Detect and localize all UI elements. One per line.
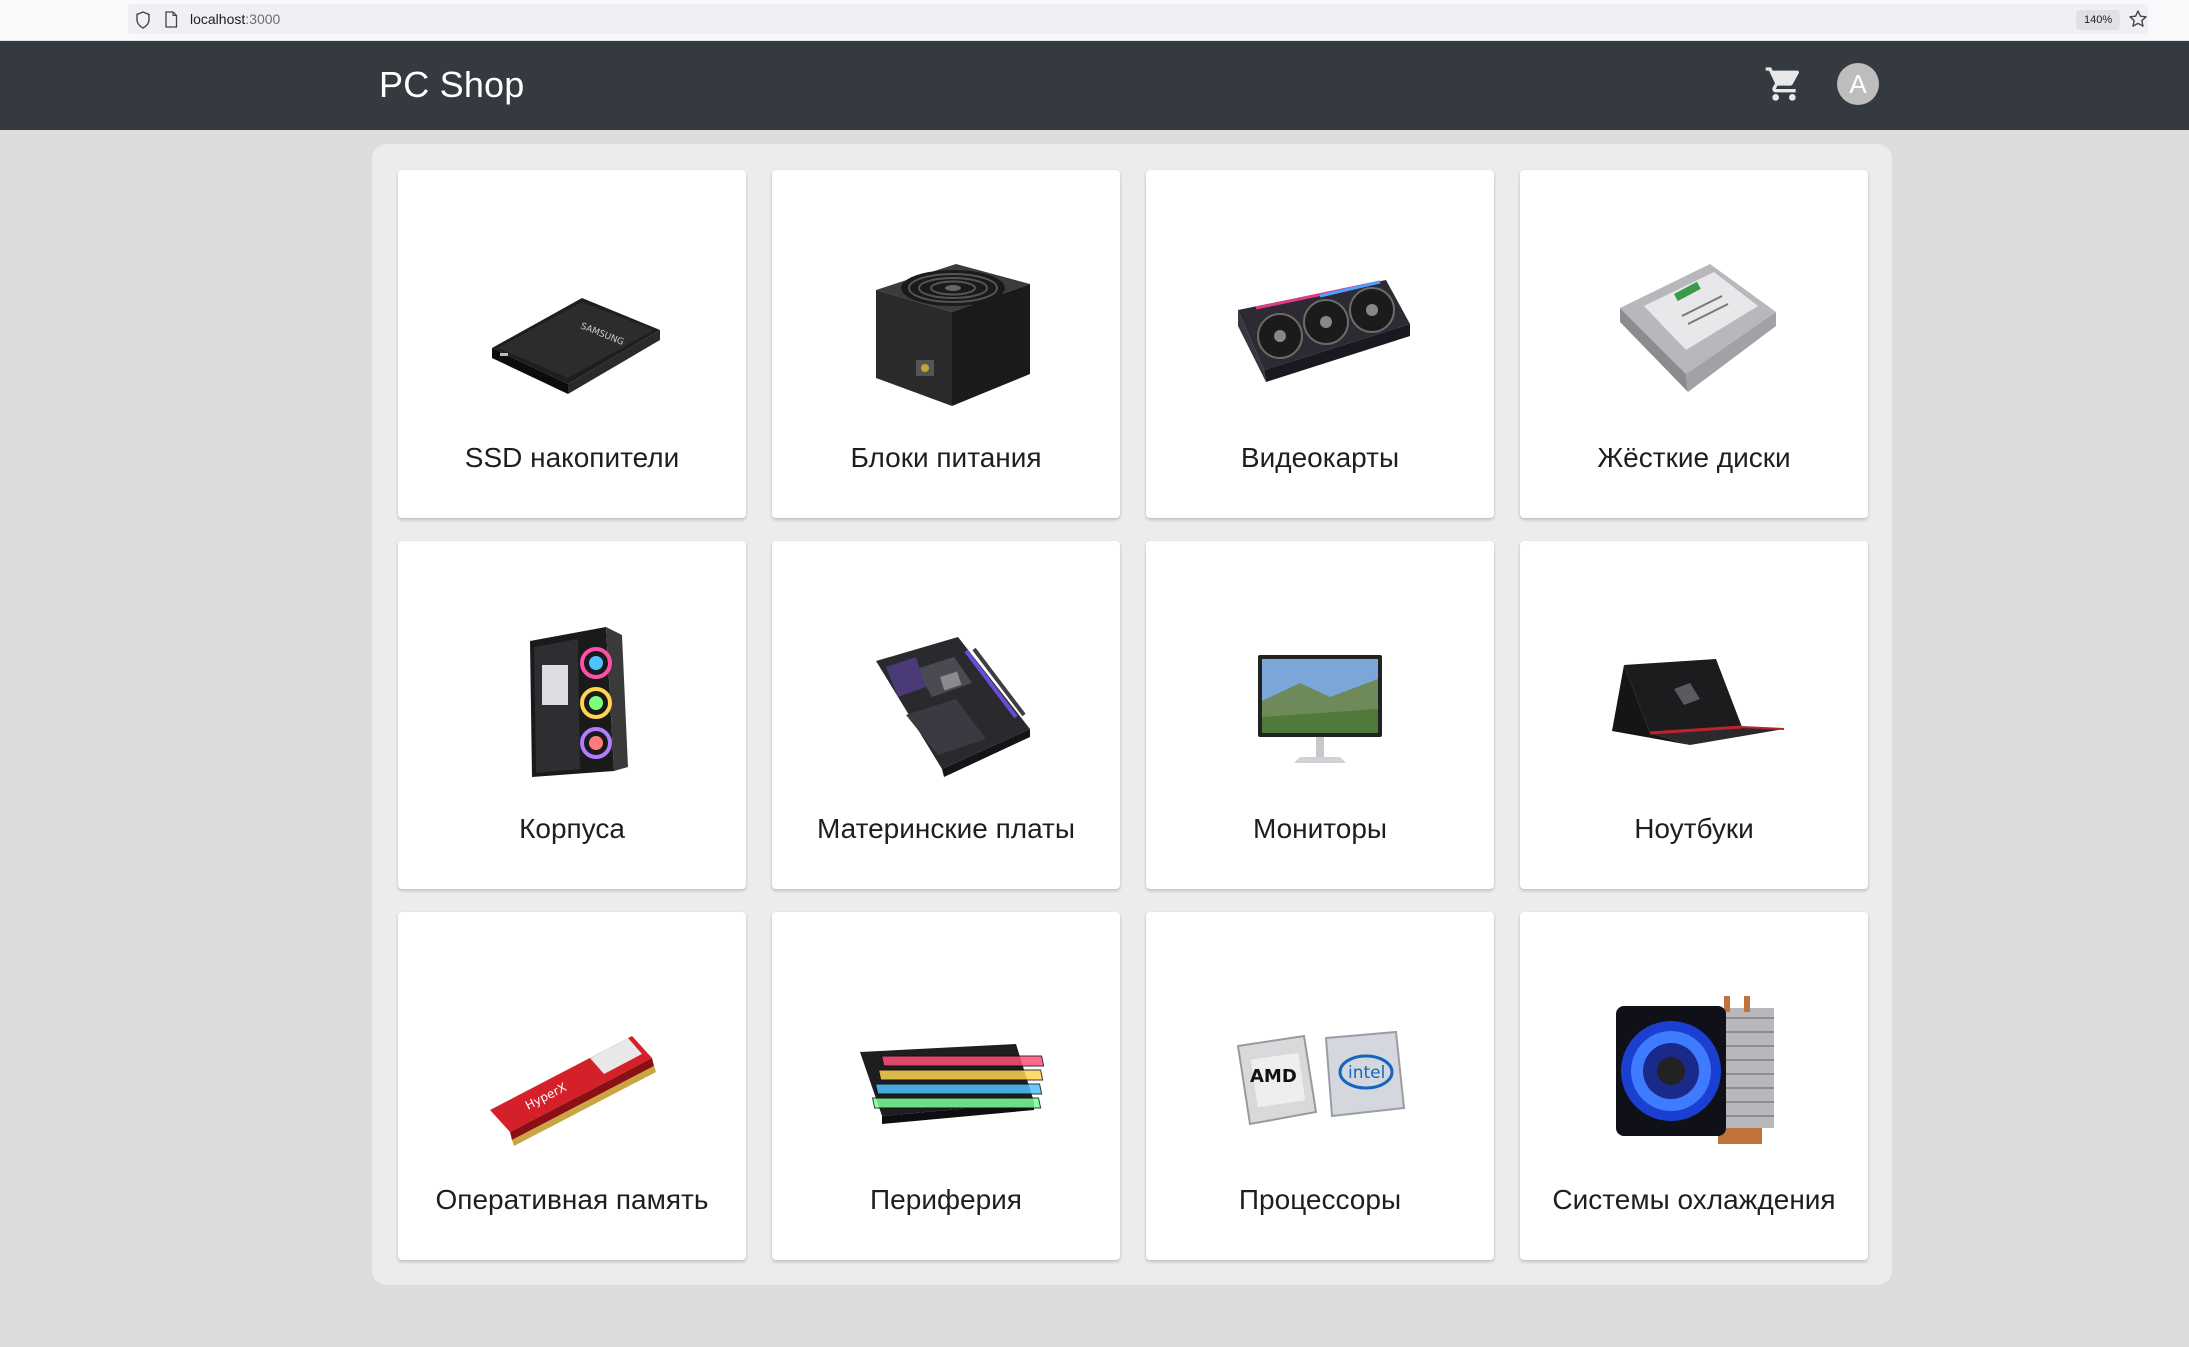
category-card-laptop[interactable]: Ноутбуки	[1520, 541, 1868, 889]
category-card-monitor[interactable]: Мониторы	[1146, 541, 1494, 889]
zoom-level-badge[interactable]: 140%	[2076, 10, 2121, 30]
svg-text:intel: intel	[1348, 1063, 1385, 1083]
category-card-ram[interactable]: HyperX Оперативная память	[398, 912, 746, 1260]
browser-toolbar: localhost:3000 140%	[0, 0, 2189, 41]
app-title[interactable]: PC Shop	[379, 64, 525, 106]
category-label: Видеокарты	[1240, 442, 1400, 473]
category-card-peripherals[interactable]: Периферия	[772, 912, 1120, 1260]
svg-text:AMD: AMD	[1250, 1066, 1297, 1087]
category-label: Ноутбуки	[1634, 813, 1754, 844]
category-label: Мониторы	[1252, 813, 1388, 844]
laptop-icon	[1612, 659, 1785, 745]
category-card-pc-case[interactable]: Корпуса	[398, 541, 746, 889]
category-label: Материнские платы	[816, 813, 1075, 844]
pc-case-icon	[530, 627, 628, 777]
cooler-icon	[1616, 996, 1774, 1144]
category-card-motherboard[interactable]: Материнские платы	[772, 541, 1120, 889]
category-card-cooler[interactable]: Системы охлаждения	[1520, 912, 1868, 1260]
url-host: localhost	[190, 11, 246, 27]
category-label: Оперативная память	[435, 1184, 709, 1215]
url-port: :3000	[245, 11, 281, 27]
category-label: Периферия	[870, 1184, 1022, 1215]
category-label: SSD накопители	[464, 442, 680, 473]
category-card-power-supply[interactable]: Блоки питания	[772, 170, 1120, 518]
url-text[interactable]: localhost:3000	[190, 11, 280, 27]
category-grid: SAMSUNG SSD накопители Блоки питания Вид…	[398, 170, 1868, 1260]
ram-icon: HyperX	[490, 1036, 656, 1146]
category-card-cpu[interactable]: AMD intel Процессоры	[1146, 912, 1494, 1260]
monitor-icon	[1258, 655, 1382, 763]
category-label: Жёсткие диски	[1597, 442, 1791, 473]
keyboard-icon	[860, 1044, 1045, 1124]
cart-icon[interactable]	[1764, 64, 1804, 104]
graphics-card-icon	[1238, 280, 1410, 382]
user-avatar[interactable]: A	[1837, 63, 1879, 105]
hard-drive-icon	[1620, 264, 1776, 392]
power-supply-icon	[876, 264, 1030, 406]
page-icon	[165, 11, 178, 28]
category-panel: SAMSUNG SSD накопители Блоки питания Вид…	[372, 144, 1892, 1285]
category-label: Корпуса	[519, 813, 625, 844]
motherboard-icon	[876, 637, 1030, 777]
category-card-hard-drive[interactable]: Жёсткие диски	[1520, 170, 1868, 518]
category-label: Процессоры	[1238, 1184, 1402, 1215]
category-label: Системы охлаждения	[1552, 1184, 1836, 1215]
ssd-icon: SAMSUNG	[492, 298, 660, 394]
cpu-icon: AMD intel	[1236, 1030, 1406, 1126]
shield-icon[interactable]	[135, 11, 151, 29]
category-label: Блоки питания	[850, 442, 1042, 473]
category-card-ssd[interactable]: SAMSUNG SSD накопители	[398, 170, 746, 518]
category-card-graphics-card[interactable]: Видеокарты	[1146, 170, 1494, 518]
address-bar[interactable]	[128, 4, 2148, 34]
bookmark-star-icon[interactable]	[2128, 9, 2148, 29]
app-header: PC Shop A	[0, 41, 2189, 130]
